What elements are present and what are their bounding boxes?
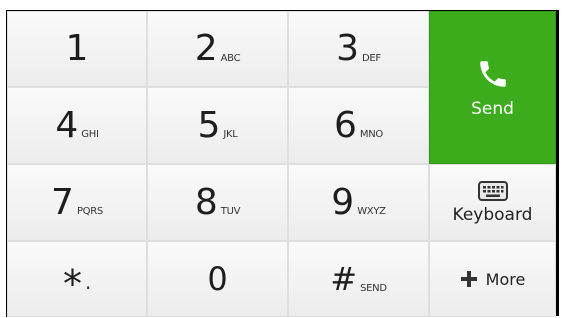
key-letters: MNO: [359, 129, 383, 140]
key-letters: GHI: [81, 129, 99, 140]
key-2[interactable]: 2 ABC: [147, 10, 288, 87]
keyboard-button[interactable]: Keyboard: [429, 164, 556, 241]
keyboard-icon: [477, 180, 508, 201]
phone-icon: [479, 60, 506, 87]
more-label: More: [485, 269, 526, 289]
key-letters: PQRS: [76, 206, 103, 217]
key-digit: 4: [55, 104, 79, 146]
key-letters: WXYZ: [357, 206, 386, 217]
plus-icon: [460, 271, 477, 287]
key-digit: 9: [331, 181, 355, 223]
key-9[interactable]: 9 WXYZ: [288, 164, 429, 241]
send-button[interactable]: Send: [429, 10, 556, 164]
key-digit: 1: [65, 28, 89, 69]
key-digit: 0: [207, 260, 228, 298]
key-1[interactable]: 1: [6, 10, 147, 87]
key-digit: #: [330, 260, 358, 298]
key-letters: ABC: [220, 52, 241, 64]
key-digit: 7: [51, 181, 74, 223]
send-label: Send: [471, 98, 514, 119]
key-digit: 6: [334, 104, 357, 146]
dialpad: 1 2 ABC 3 DEF Send 4 GHI 5 JKL 6 MNO 7 P…: [6, 10, 559, 317]
key-6[interactable]: 6 MNO: [288, 87, 429, 164]
key-letters: .: [84, 270, 92, 294]
key-digit: 3: [336, 28, 360, 69]
key-4[interactable]: 4 GHI: [6, 87, 147, 164]
key-7[interactable]: 7 PQRS: [6, 164, 147, 241]
key-0[interactable]: 0: [147, 241, 288, 317]
keyboard-label: Keyboard: [452, 204, 533, 225]
key-5[interactable]: 5 JKL: [147, 87, 288, 164]
key-3[interactable]: 3 DEF: [288, 10, 429, 87]
key-letters: SEND: [360, 282, 387, 294]
more-button[interactable]: More: [429, 241, 556, 317]
key-letters: TUV: [220, 206, 241, 217]
key-star[interactable]: * .: [6, 241, 147, 317]
key-digit: *: [62, 262, 82, 306]
key-digit: 2: [194, 28, 218, 69]
key-digit: 5: [197, 104, 221, 146]
key-8[interactable]: 8 TUV: [147, 164, 288, 241]
key-letters: DEF: [362, 52, 381, 64]
more-content: More: [460, 269, 526, 289]
key-letters: JKL: [223, 129, 238, 140]
key-digit: 8: [194, 181, 218, 223]
key-hash[interactable]: # SEND: [288, 241, 429, 317]
